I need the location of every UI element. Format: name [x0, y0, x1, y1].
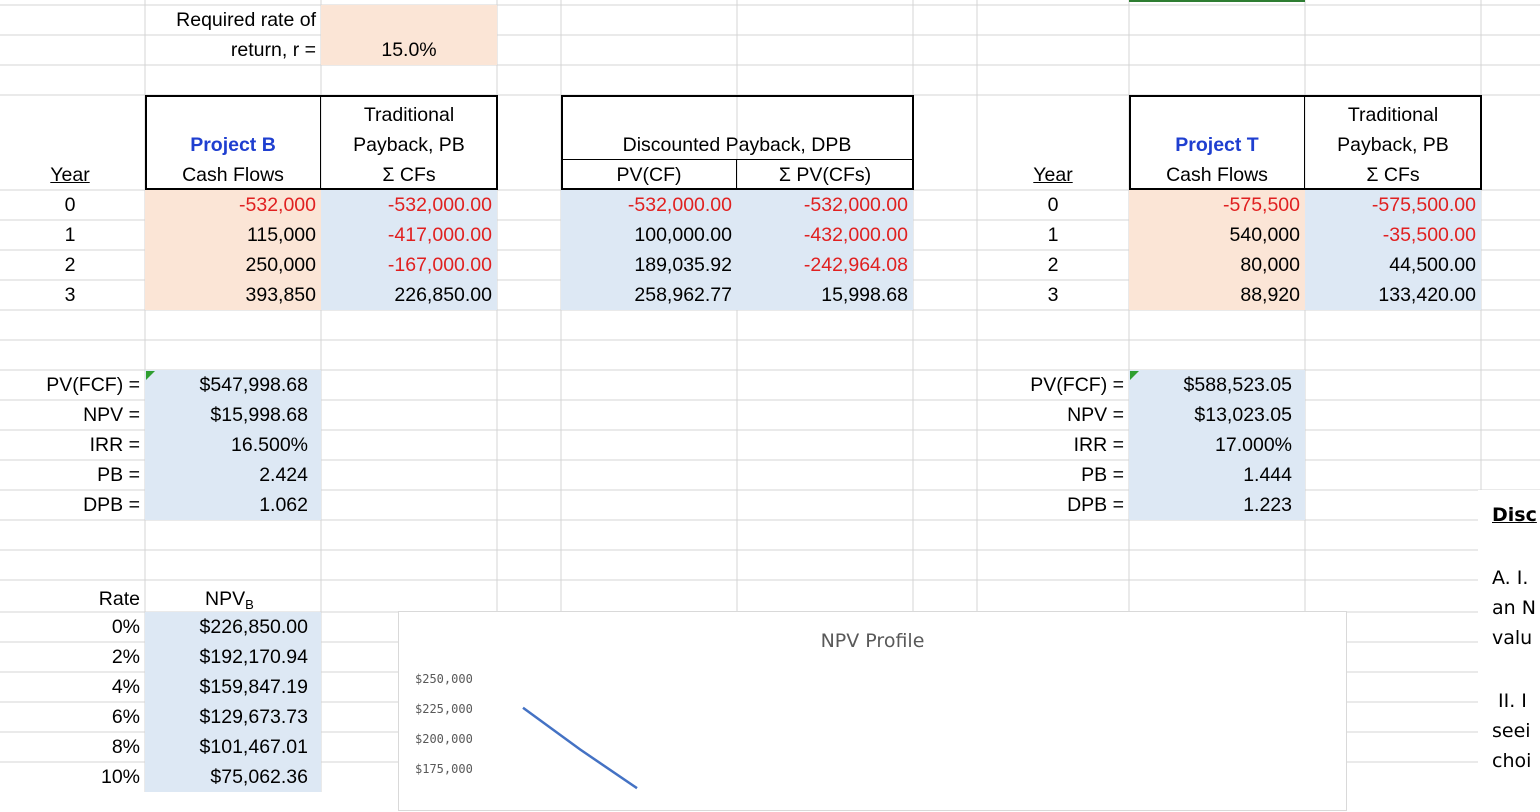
year-cell: 3: [1047, 284, 1059, 306]
rate-cell[interactable]: 4%: [0, 672, 140, 702]
cum-pv-cell[interactable]: 15,998.68: [737, 280, 908, 310]
rate-label-line1: Required rate of: [176, 9, 316, 31]
metric-value[interactable]: 1.444: [1129, 460, 1292, 490]
metric-value[interactable]: $15,998.68: [145, 400, 308, 430]
notes-line: an N: [1492, 597, 1536, 619]
notes-heading: Disc: [1492, 504, 1537, 526]
npv-b-header: NPVB: [205, 588, 254, 612]
rate-cell[interactable]: 10%: [0, 762, 140, 792]
pv-cf-cell[interactable]: -532,000.00: [561, 190, 732, 220]
metric-value[interactable]: 1.223: [1129, 490, 1292, 520]
npv-series-line: [522, 706, 638, 790]
metric-value[interactable]: 17.000%: [1129, 430, 1292, 460]
cum-cf-cell[interactable]: -167,000.00: [321, 250, 492, 280]
metric-label: PB =: [97, 464, 140, 486]
cum-cf-cell[interactable]: -417,000.00: [321, 220, 492, 250]
project-b-pb-header-1: Traditional: [363, 104, 455, 126]
project-b-pb-header-2: Payback, PB: [353, 134, 465, 156]
dpb-cum-header: Σ PV(CFs): [778, 164, 872, 186]
rate-cell[interactable]: 2%: [0, 642, 140, 672]
metric-value[interactable]: 16.500%: [145, 430, 308, 460]
metric-label: DPB =: [1067, 494, 1124, 516]
rate-cell[interactable]: 6%: [0, 702, 140, 732]
notes-line: A. I.: [1492, 567, 1529, 589]
pv-cf-cell[interactable]: 258,962.77: [561, 280, 732, 310]
notes-line: choi: [1492, 750, 1532, 772]
npv-cell[interactable]: $159,847.19: [145, 672, 308, 702]
cum-cf-cell[interactable]: 44,500.00: [1305, 250, 1476, 280]
comment-marker: [146, 371, 155, 380]
year-cell: 0: [1047, 194, 1059, 216]
cum-cf-cell[interactable]: 226,850.00: [321, 280, 492, 310]
npv-cell[interactable]: $226,850.00: [145, 612, 308, 642]
project-t-cf-header: Cash Flows: [1166, 164, 1268, 186]
metric-label: PB =: [1081, 464, 1124, 486]
rate-value[interactable]: 15.0%: [321, 35, 497, 65]
metric-label: DPB =: [83, 494, 140, 516]
cum-cf-cell[interactable]: -575,500.00: [1305, 190, 1476, 220]
project-b-pb-header-3: Σ CFs: [382, 164, 436, 186]
dpb-pv-header: PV(CF): [616, 164, 682, 186]
year-cell: 1: [1047, 224, 1059, 246]
project-t-year-header: Year: [1033, 164, 1073, 186]
cash-flow-cell[interactable]: 80,000: [1129, 250, 1300, 280]
metric-value[interactable]: $13,023.05: [1129, 400, 1292, 430]
metric-label: NPV =: [1067, 404, 1124, 426]
rate-label-line2: return, r =: [230, 39, 316, 61]
cash-flow-cell[interactable]: 393,850: [145, 280, 317, 310]
metric-value[interactable]: 1.062: [145, 490, 308, 520]
discussion-text-box[interactable]: Disc A. I. an N valu II. I seei choi: [1478, 490, 1540, 792]
project-b-title: Project B: [190, 134, 276, 156]
cum-pv-cell[interactable]: -532,000.00: [737, 190, 908, 220]
project-t-pb-header-2: Payback, PB: [1337, 134, 1449, 156]
cum-pv-cell[interactable]: -242,964.08: [737, 250, 908, 280]
project-t-pb-header-1: Traditional: [1347, 104, 1439, 126]
pv-cf-cell[interactable]: 189,035.92: [561, 250, 732, 280]
cum-cf-cell[interactable]: 133,420.00: [1305, 280, 1476, 310]
npv-cell[interactable]: $129,673.73: [145, 702, 308, 732]
metric-label: IRR =: [89, 434, 140, 456]
rate-cell[interactable]: 8%: [0, 732, 140, 762]
year-cell: 3: [64, 284, 76, 306]
npv-cell[interactable]: $192,170.94: [145, 642, 308, 672]
project-b-cf-header: Cash Flows: [182, 164, 284, 186]
year-cell: 2: [1047, 254, 1059, 276]
cum-cf-cell[interactable]: -532,000.00: [321, 190, 492, 220]
metric-value[interactable]: 2.424: [145, 460, 308, 490]
rate-cell[interactable]: 0%: [0, 612, 140, 642]
dpb-header: Discounted Payback, DPB: [622, 134, 852, 156]
metric-label: IRR =: [1073, 434, 1124, 456]
npv-cell[interactable]: $101,467.01: [145, 732, 308, 762]
cum-cf-cell[interactable]: -35,500.00: [1305, 220, 1476, 250]
metric-label: PV(FCF) =: [1030, 374, 1124, 396]
project-t-title: Project T: [1175, 134, 1259, 156]
cum-pv-cell[interactable]: -432,000.00: [737, 220, 908, 250]
project-b-year-header: Year: [50, 164, 90, 186]
notes-line: II. I: [1498, 690, 1527, 712]
metric-value[interactable]: $547,998.68: [145, 370, 308, 400]
cash-flow-cell[interactable]: 250,000: [145, 250, 317, 280]
cash-flow-cell[interactable]: 540,000: [1129, 220, 1301, 250]
year-cell: 1: [64, 224, 76, 246]
metric-label: NPV =: [83, 404, 140, 426]
npv-cell[interactable]: $75,062.36: [145, 762, 308, 792]
metric-label: PV(FCF) =: [46, 374, 140, 396]
year-cell: 0: [64, 194, 76, 216]
cash-flow-cell[interactable]: -575,500: [1129, 190, 1300, 220]
cash-flow-cell[interactable]: -532,000: [145, 190, 316, 220]
npv-rate-header: Rate: [98, 588, 140, 610]
metric-value[interactable]: $588,523.05: [1129, 370, 1292, 400]
notes-line: valu: [1492, 627, 1533, 649]
pv-cf-cell[interactable]: 100,000.00: [561, 220, 732, 250]
project-t-pb-header-3: Σ CFs: [1366, 164, 1420, 186]
cash-flow-cell[interactable]: 115,000: [145, 220, 316, 250]
chart-plot: [522, 706, 638, 790]
notes-line: seei: [1492, 720, 1531, 742]
cash-flow-cell[interactable]: 88,920: [1129, 280, 1300, 310]
comment-marker: [1130, 371, 1139, 380]
year-cell: 2: [64, 254, 76, 276]
npv-profile-chart[interactable]: NPV Profile $250,000 $225,000 $200,000 $175…: [398, 611, 1347, 811]
